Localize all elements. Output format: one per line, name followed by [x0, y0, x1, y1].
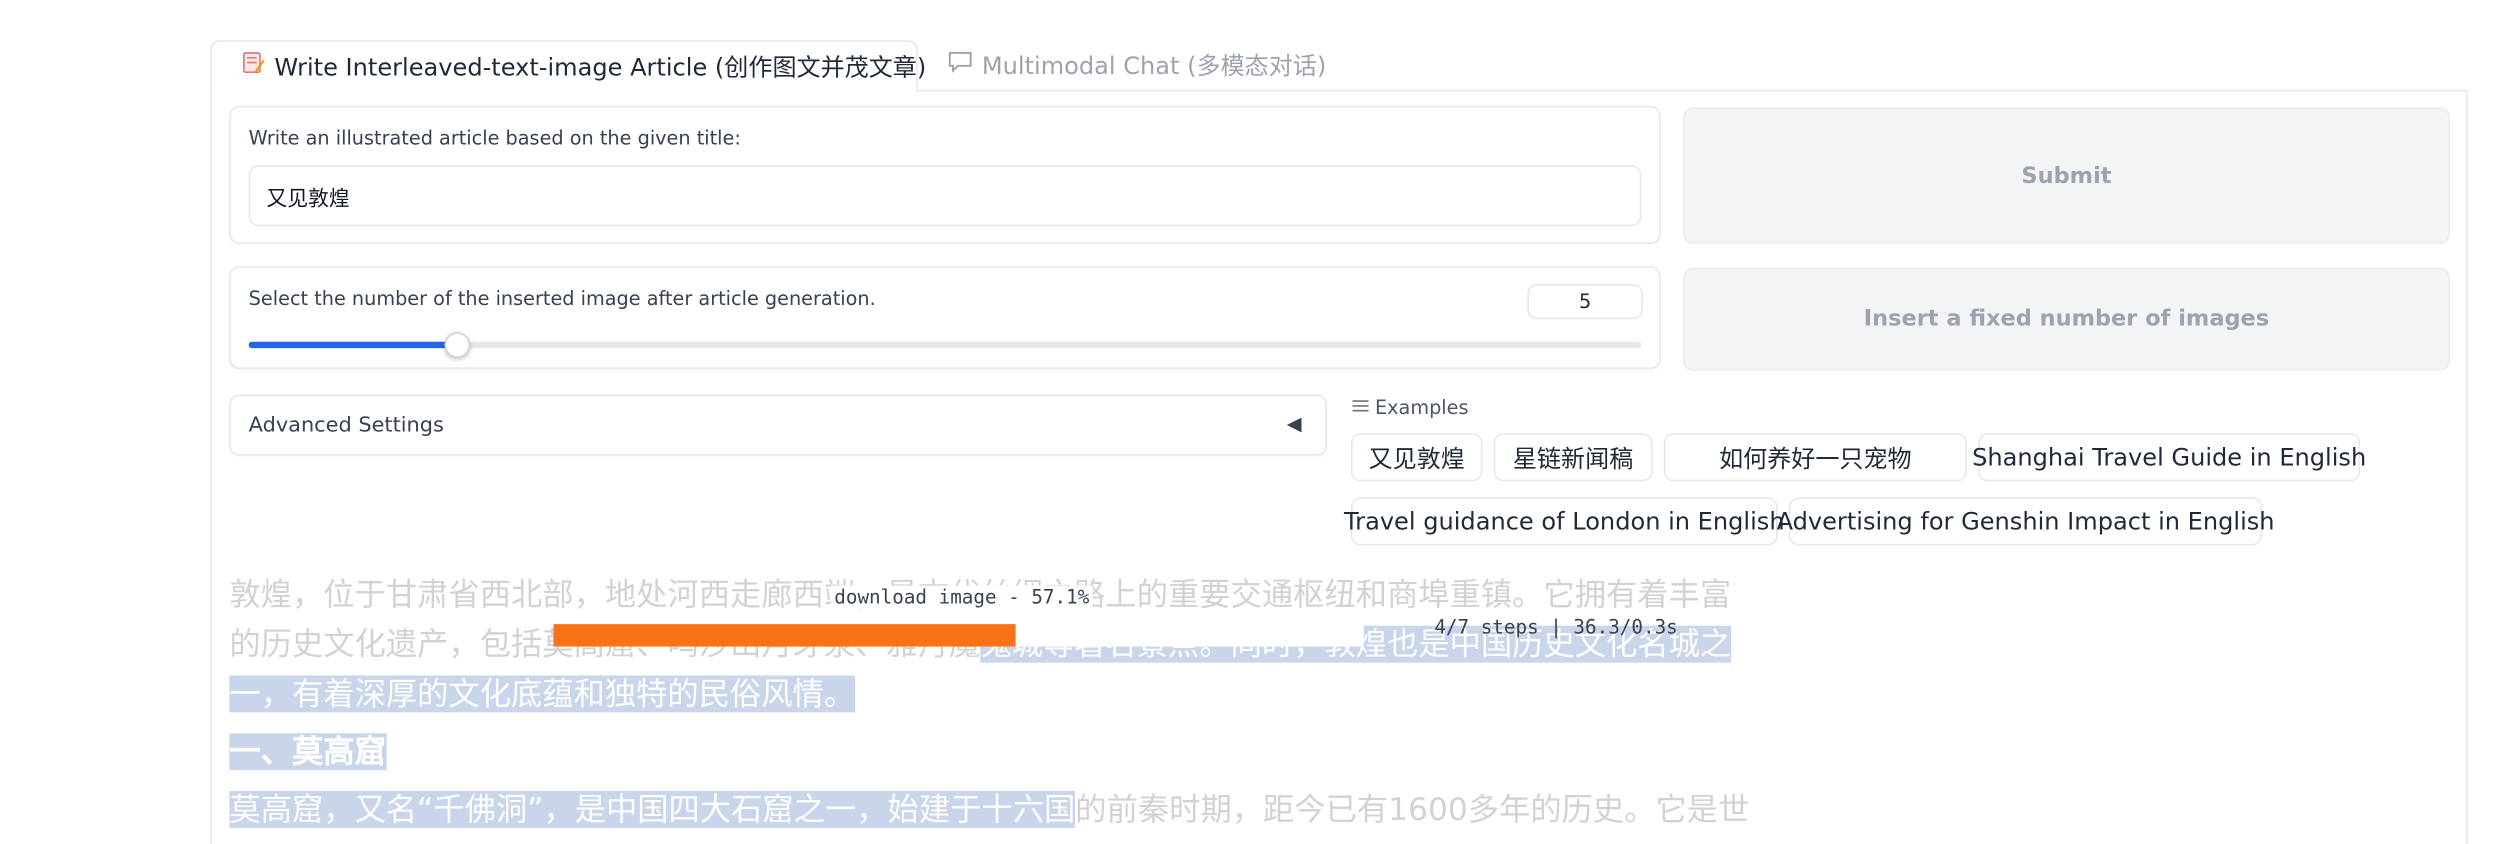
examples-header-label: Examples [1374, 396, 1469, 419]
tab-write-article-label: Write Interleaved-text-image Article (创作… [274, 52, 927, 82]
advanced-settings-accordion[interactable]: Advanced Settings ◀ [229, 394, 1327, 456]
image-count-slider-thumb[interactable] [444, 332, 471, 358]
download-progress-text: download image - 57.1% [831, 585, 1093, 609]
collapse-arrow-icon[interactable]: ◀ [1287, 412, 1302, 434]
example-item[interactable]: 又见敦煌 [1350, 433, 1483, 482]
examples-header: Examples [1352, 396, 1469, 419]
title-input-group: Write an illustrated article based on th… [229, 105, 1661, 244]
list-icon [1352, 396, 1369, 418]
insert-fixed-images-button[interactable]: Insert a fixed number of images [1683, 267, 2450, 371]
article-highlight: 莫高窟，又名“千佛洞”，是中国四大石窟之一，始建于十六国 [229, 790, 1076, 828]
tab-write-article[interactable]: Write Interleaved-text-image Article (创作… [210, 40, 926, 95]
memo-icon [241, 42, 267, 95]
image-count-group: Select the number of the inserted image … [229, 266, 1661, 370]
article-line-3: 一，有着深厚的文化底蕴和独特的民俗风情。 [229, 669, 856, 719]
image-count-label: Select the number of the inserted image … [248, 287, 876, 310]
advanced-settings-label: Advanced Settings [248, 413, 444, 439]
image-count-number-input[interactable]: 5 [1527, 283, 1643, 320]
article-line-5-plain: 的前秦时期，距今已有1600多年的历史。它是世 [1075, 790, 1750, 828]
example-item[interactable]: 星链新闻稿 [1493, 433, 1653, 482]
article-heading-text: 一、莫高窟 [229, 733, 386, 771]
example-item[interactable]: 如何养好一只宠物 [1663, 433, 1967, 482]
article-heading: 一、莫高窟 [229, 727, 386, 777]
example-item[interactable]: Advertising for Genshin Impact in Englis… [1777, 497, 2275, 546]
speech-bubble-icon [947, 40, 974, 93]
title-input-label: Write an illustrated article based on th… [248, 126, 741, 150]
image-count-slider-fill [248, 341, 458, 349]
download-progress-bar [553, 624, 1017, 647]
example-item[interactable]: Shanghai Travel Guide in English [1972, 433, 2366, 482]
example-item[interactable]: Travel guidance of London in English [1344, 497, 1785, 546]
steps-progress-text: 4/7 steps | 36.3/0.3s [1434, 616, 1678, 639]
article-line-5: 莫高窟，又名“千佛洞”，是中国四大石窟之一，始建于十六国的前秦时期，距今已有16… [229, 785, 1749, 835]
article-highlight: 一，有着深厚的文化底蕴和独特的民俗风情。 [229, 675, 856, 713]
title-input[interactable]: 又见敦煌 [248, 165, 1642, 227]
submit-button[interactable]: Submit [1683, 107, 2450, 244]
tab-multimodal-chat-label: Multimodal Chat (多模态对话) [981, 51, 1327, 81]
tab-multimodal-chat[interactable]: Multimodal Chat (多模态对话) [947, 40, 1327, 93]
